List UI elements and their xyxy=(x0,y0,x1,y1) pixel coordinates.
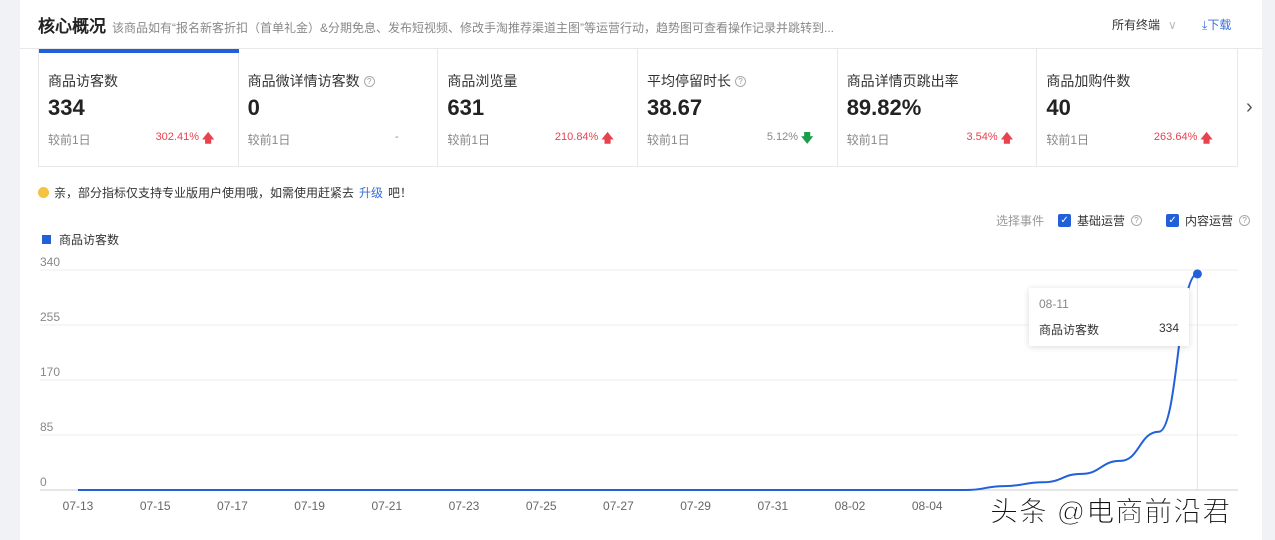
trend-chart[interactable]: 0 85 170 255 340 07-13 07-15 07-17 07-19 07-21 07-… xyxy=(20,0,1262,540)
y-tick-label: 255 xyxy=(40,310,60,324)
core-overview-panel: 核心概况 该商品如有“报名新客折扣（首单礼金）&分期免息、发布短视频、修改手淘推… xyxy=(20,0,1262,540)
y-tick-label: 170 xyxy=(40,365,60,379)
x-tick-label: 07-21 xyxy=(371,499,402,513)
data-point xyxy=(1192,269,1202,279)
y-tick-label: 85 xyxy=(40,420,54,434)
tooltip-label: 商品访客数 xyxy=(1039,323,1100,337)
y-tick-label: 340 xyxy=(40,255,60,269)
tooltip-date: 08-11 xyxy=(1039,297,1069,311)
watermark: 头条 @电商前沿君 xyxy=(989,496,1232,528)
chart-tooltip: 08-11 商品访客数 334 xyxy=(1029,288,1189,346)
x-tick-label: 07-19 xyxy=(294,499,325,513)
x-tick-label: 07-27 xyxy=(603,499,634,513)
y-tick-label: 0 xyxy=(40,475,47,489)
x-tick-label: 07-31 xyxy=(757,499,788,513)
x-tick-label: 08-02 xyxy=(835,499,866,513)
tooltip-value: 334 xyxy=(1158,321,1179,335)
x-tick-label: 08-04 xyxy=(912,499,943,513)
x-tick-label: 07-15 xyxy=(140,499,171,513)
x-tick-label: 07-23 xyxy=(449,499,480,513)
x-tick-label: 07-25 xyxy=(526,499,557,513)
x-tick-label: 07-17 xyxy=(217,499,248,513)
x-tick-label: 07-13 xyxy=(63,499,94,513)
x-tick-label: 07-29 xyxy=(680,499,711,513)
